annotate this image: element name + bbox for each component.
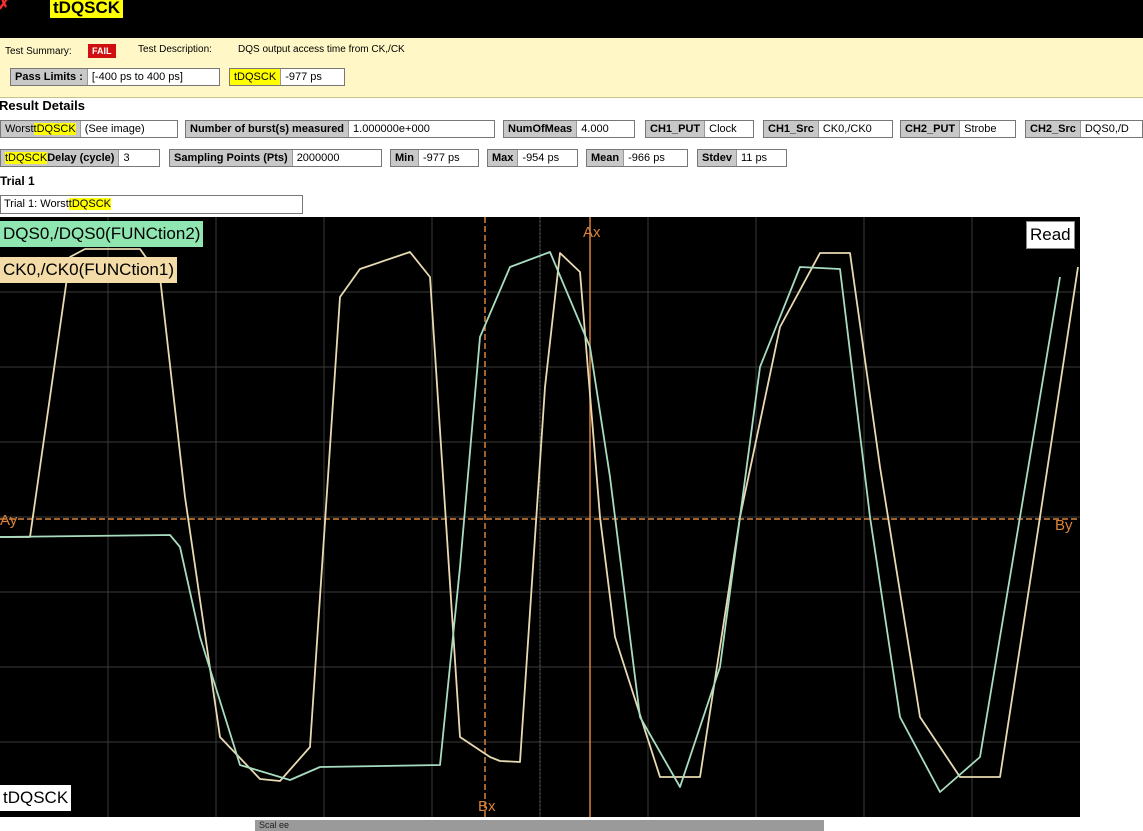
read-label: Read (1026, 221, 1075, 249)
oscilloscope-screen: Ax Bx Ay By DQS0,/DQS0(FUNCtion2) CK0,/CK0(… (0, 217, 1080, 817)
test-summary-label: Test Summary: (5, 46, 72, 57)
mean-value: -966 ps (624, 150, 669, 166)
ch1-put-label: CH1_PUT (646, 121, 706, 137)
measured-value: tDQSCK -977 ps (229, 68, 345, 86)
delay-cycle-field: tDQSCK Delay (cycle) 3 (0, 149, 160, 167)
sampling-points-field: Sampling Points (Pts) 2000000 (169, 149, 382, 167)
trial-caption-highlight: tDQSCK (68, 198, 111, 210)
ch2-src-field: CH2_Src DQS0,/D (1025, 120, 1143, 138)
trial-section-title: Trial 1 (0, 174, 35, 188)
num-of-meas-field: NumOfMeas 4.000 (503, 120, 635, 138)
stdev-label: Stdev (698, 150, 737, 166)
delay-label: Delay (cycle) (47, 152, 115, 164)
ch1-label: CK0,/CK0(FUNCtion1) (0, 257, 177, 283)
num-of-meas-value: 4.000 (577, 121, 613, 137)
waveform-plot: Ax Bx Ay By (0, 217, 1080, 817)
bursts-label: Number of burst(s) measured (186, 121, 350, 137)
max-field: Max -954 ps (487, 149, 578, 167)
worst-tdqsck-field: Worst tDQSCK (See image) (0, 120, 178, 138)
test-description-label: Test Description: (138, 44, 212, 55)
stdev-field: Stdev 11 ps (697, 149, 787, 167)
test-description: DQS output access time from CK,/CK (238, 44, 405, 55)
pass-limits: Pass Limits : [-400 ps to 400 ps] (10, 68, 220, 86)
ch2-put-value: Strobe (960, 121, 1001, 137)
ch1-src-value: CK0,/CK0 (818, 121, 876, 137)
measure-value: -977 ps (281, 69, 326, 85)
ch1-put-value: Clock (705, 121, 741, 137)
mean-field: Mean -966 ps (586, 149, 688, 167)
marker-bx-label: Bx (478, 798, 496, 815)
status-badge: FAIL (88, 44, 116, 58)
sampling-points-value: 2000000 (292, 150, 344, 166)
marker-ax-label: Ax (583, 224, 601, 241)
tdqsck-label: tDQSCK (0, 785, 72, 811)
ch2-src-value: DQS0,/D (1080, 121, 1133, 137)
fail-cross-icon: ✗ (0, 0, 10, 12)
pass-limits-value: [-400 ps to 400 ps] (87, 69, 187, 85)
result-details-title: Result Details (0, 98, 85, 113)
min-value: -977 ps (418, 150, 464, 166)
measure-name: tDQSCK (230, 69, 282, 85)
ch2-label: DQS0,/DQS0(FUNCtion2) (0, 221, 204, 247)
worst-label: Worst (5, 123, 34, 135)
worst-label-highlight: tDQSCK (33, 123, 76, 135)
scroll-label: Scal ee (259, 820, 290, 830)
trial-caption-prefix: Trial 1: Worst (4, 198, 69, 210)
max-label: Max (488, 150, 519, 166)
num-of-meas-label: NumOfMeas (504, 121, 578, 137)
min-field: Min -977 ps (390, 149, 479, 167)
ch2-put-label: CH2_PUT (901, 121, 961, 137)
marker-ay-label: Ay (0, 512, 18, 529)
ch1-src-label: CH1_Src (764, 121, 819, 137)
ch2-src-label: CH2_Src (1026, 121, 1081, 137)
mean-label: Mean (587, 150, 625, 166)
sampling-points-label: Sampling Points (Pts) (170, 150, 293, 166)
page-title: tDQSCK (50, 0, 124, 18)
bursts-value: 1.000000e+000 (349, 121, 434, 137)
ch2-dqs-trace (0, 251, 1061, 793)
marker-by-label: By (1055, 517, 1073, 534)
min-label: Min (391, 150, 419, 166)
stdev-value: 11 ps (736, 150, 772, 166)
horizontal-scrollbar[interactable]: Scal ee (255, 820, 824, 831)
trial-caption: Trial 1: WorsttDQSCK (0, 195, 303, 214)
max-value: -954 ps (518, 150, 564, 166)
delay-value: 3 (119, 150, 134, 166)
ch2-put-field: CH2_PUT Strobe (900, 120, 1016, 138)
pass-limits-label: Pass Limits : (11, 69, 88, 85)
delay-label-highlight: tDQSCK (5, 152, 48, 164)
ch1-src-field: CH1_Src CK0,/CK0 (763, 120, 893, 138)
ch1-ck-trace (0, 248, 1079, 782)
title-bar: ✗ tDQSCK (0, 0, 1143, 38)
bursts-field: Number of burst(s) measured 1.000000e+00… (185, 120, 495, 138)
ch1-put-field: CH1_PUT Clock (645, 120, 754, 138)
worst-link[interactable]: (See image) (80, 121, 149, 137)
